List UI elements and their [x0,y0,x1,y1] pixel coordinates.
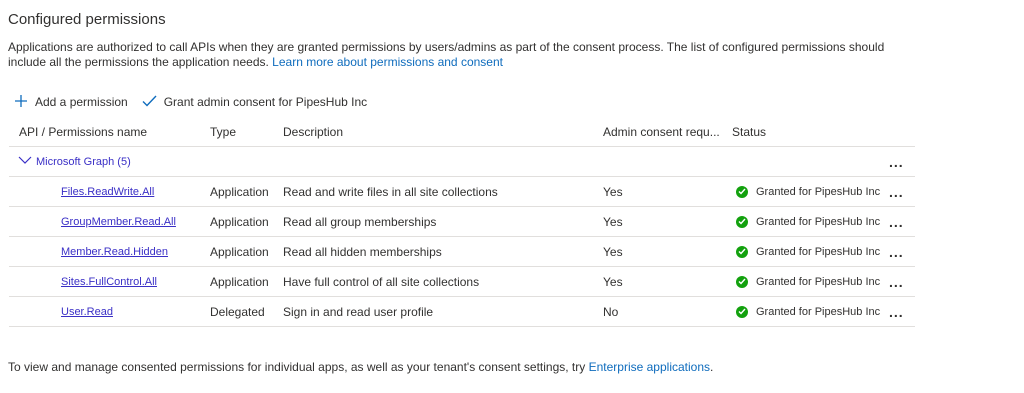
section-description: Applications are authorized to call APIs… [8,40,918,70]
ellipsis-icon: ... [889,273,904,290]
table-header: API / Permissions name Type Description … [9,118,915,147]
configured-permissions-panel: Configured permissions Applications are … [0,0,1024,393]
permission-description: Read all group memberships [283,214,437,229]
group-more-button[interactable]: ... [889,147,904,176]
status-text: Granted for PipesHub Inc [756,305,881,318]
chevron-down-icon [18,155,36,168]
permission-description: Read all hidden memberships [283,244,442,259]
row-more-button[interactable]: ... [889,267,904,296]
status-text: Granted for PipesHub Inc [756,185,881,198]
ellipsis-icon: ... [889,303,904,320]
check-circle-icon [736,275,748,288]
check-circle-icon [736,185,748,198]
status-badge: Granted for PipesHub Inc [732,185,881,198]
permission-link[interactable]: Files.ReadWrite.All [19,186,154,198]
section-title: Configured permissions [8,11,166,28]
status-text: Granted for PipesHub Inc [756,245,881,258]
status-badge: Granted for PipesHub Inc [732,275,881,288]
permission-link[interactable]: GroupMember.Read.All [19,216,176,228]
status-text: Granted for PipesHub Inc [756,275,881,288]
permissions-toolbar: Add a permission Grant admin consent for… [14,92,381,112]
enterprise-applications-link[interactable]: Enterprise applications [589,360,710,374]
header-type[interactable]: Type [210,118,236,146]
permission-type: Application [210,274,269,289]
checkmark-icon [142,95,164,110]
status-badge: Granted for PipesHub Inc [732,215,881,228]
group-toggle[interactable]: Microsoft Graph (5) [18,147,131,176]
header-admin-consent[interactable]: Admin consent requ... [603,118,720,146]
admin-consent-required: No [603,304,619,319]
ellipsis-icon: ... [889,213,904,230]
permission-type: Application [210,244,269,259]
admin-consent-required: Yes [603,244,623,259]
row-more-button[interactable]: ... [889,207,904,236]
permission-type: Application [210,214,269,229]
permission-type: Delegated [210,304,265,319]
table-row: Member.Read.Hidden Application Read all … [9,237,915,267]
header-status[interactable]: Status [732,118,766,146]
ellipsis-icon: ... [889,243,904,260]
check-circle-icon [736,215,748,228]
admin-consent-required: Yes [603,274,623,289]
table-row: User.Read Delegated Sign in and read use… [9,297,915,327]
learn-more-link[interactable]: Learn more about permissions and consent [272,55,503,69]
ellipsis-icon: ... [889,183,904,200]
check-circle-icon [736,305,748,318]
row-more-button[interactable]: ... [889,237,904,266]
permission-description: Read and write files in all site collect… [283,184,498,199]
footer-suffix: . [710,360,714,374]
permission-link[interactable]: Member.Read.Hidden [19,246,168,258]
footer-note: To view and manage consented permissions… [8,360,713,374]
table-row: Sites.FullControl.All Application Have f… [9,267,915,297]
status-text: Granted for PipesHub Inc [756,215,881,228]
permission-link[interactable]: User.Read [19,306,113,318]
permission-description: Have full control of all site collection… [283,274,480,289]
permission-link[interactable]: Sites.FullControl.All [19,276,157,288]
admin-consent-required: Yes [603,214,623,229]
permission-description: Sign in and read user profile [283,304,434,319]
plus-icon [14,94,35,111]
group-row-microsoft-graph: Microsoft Graph (5) ... [9,147,915,177]
header-description[interactable]: Description [283,118,343,146]
permission-type: Application [210,184,269,199]
grant-admin-consent-button[interactable]: Grant admin consent for PipesHub Inc [142,95,367,110]
group-label: Microsoft Graph (5) [36,155,131,168]
ellipsis-icon: ... [889,153,904,170]
table-row: Files.ReadWrite.All Application Read and… [9,177,915,207]
admin-consent-required: Yes [603,184,623,199]
row-more-button[interactable]: ... [889,177,904,206]
grant-admin-consent-label: Grant admin consent for PipesHub Inc [163,95,368,109]
status-badge: Granted for PipesHub Inc [732,305,881,318]
status-badge: Granted for PipesHub Inc [732,245,881,258]
footer-text: To view and manage consented permissions… [8,360,586,374]
table-row: GroupMember.Read.All Application Read al… [9,207,915,237]
add-permission-label: Add a permission [35,95,128,109]
permissions-table: API / Permissions name Type Description … [9,118,915,327]
row-more-button[interactable]: ... [889,297,904,326]
check-circle-icon [736,245,748,258]
header-api-permissions-name[interactable]: API / Permissions name [19,118,147,146]
add-permission-button[interactable]: Add a permission [14,94,128,111]
